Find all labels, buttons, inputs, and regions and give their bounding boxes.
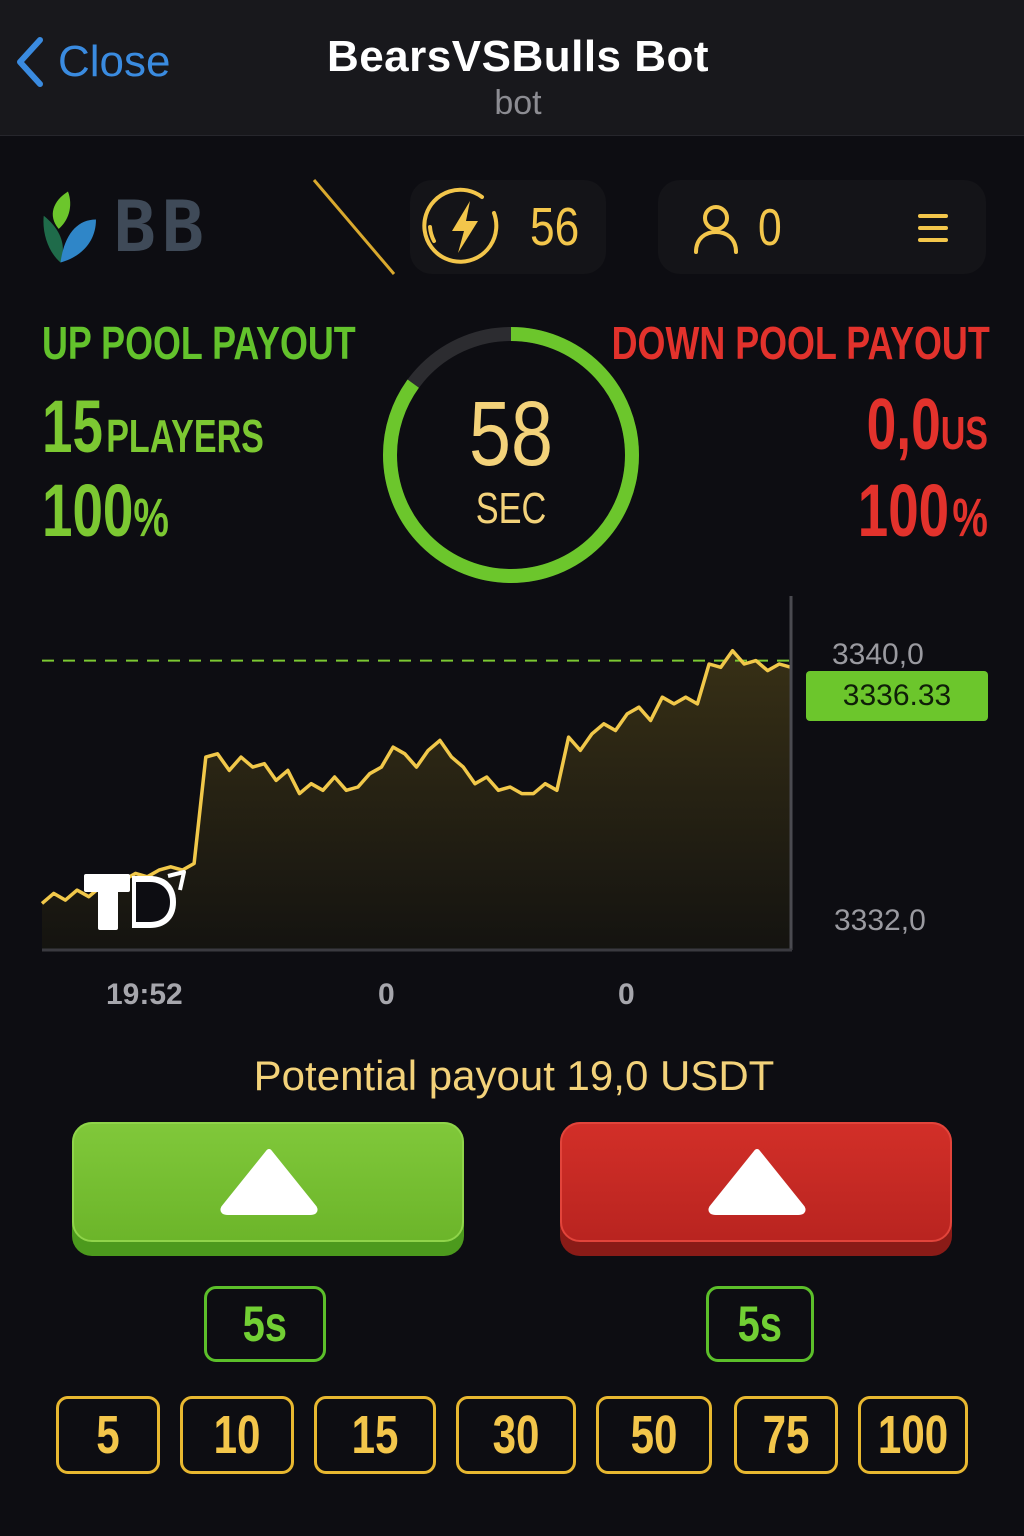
bet-up-button[interactable] <box>72 1122 464 1256</box>
x-tick-label-0: 19:52 <box>106 978 183 1011</box>
divider-slash <box>312 179 396 275</box>
up-pool-title: UP POOL PAYOUT <box>42 317 356 369</box>
amount-chip-50[interactable]: 50 <box>596 1396 712 1474</box>
down-pool-percent: 100 % <box>858 468 988 553</box>
bot-subtitle: bot <box>494 84 542 122</box>
down-amount-value: 0,0 <box>866 385 941 465</box>
bet-down-button[interactable] <box>560 1122 952 1256</box>
amount-label: 30 <box>492 1405 540 1465</box>
hamburger-menu-icon[interactable] <box>916 208 950 248</box>
down-pool-title: DOWN POOL PAYOUT <box>611 317 990 369</box>
up-players-label: PLAYERS <box>106 410 264 462</box>
triangle-up-icon <box>708 1149 806 1215</box>
up-percent-value: 100 <box>42 469 134 552</box>
amount-chip-75[interactable]: 75 <box>734 1396 838 1474</box>
lightning-icon <box>422 187 499 264</box>
duration-label-down: 5s <box>737 1296 783 1352</box>
up-players-count: 15 <box>42 385 103 468</box>
y-tick-label-bottom: 3332,0 <box>834 904 926 937</box>
amount-label: 5 <box>96 1405 120 1465</box>
down-percent-value: 100 <box>857 469 950 552</box>
energy-counter[interactable]: 56 <box>410 180 606 274</box>
user-count: 0 <box>758 199 782 257</box>
amount-label: 75 <box>762 1405 810 1465</box>
logo-text: BB <box>113 186 210 268</box>
brand-logo: BB <box>40 184 210 270</box>
user-icon <box>694 205 738 254</box>
amount-chip-5[interactable]: 5 <box>56 1396 160 1474</box>
timer-seconds: 58 <box>469 383 553 485</box>
y-tick-label-top: 3340,0 <box>832 638 924 671</box>
triangle-up-icon <box>220 1149 318 1215</box>
amount-label: 10 <box>213 1405 261 1465</box>
potential-payout: Potential payout 19,0 USDT <box>253 1052 775 1099</box>
telegram-header: Close BearsVSBulls Bot bot <box>0 0 1024 136</box>
countdown-timer: 58 SEC <box>380 324 642 586</box>
down-percent-sign: % <box>952 488 988 548</box>
amount-label: 100 <box>877 1405 949 1465</box>
bot-title: BearsVSBulls Bot <box>326 32 710 81</box>
leaf-logo-icon <box>43 191 96 263</box>
duration-label-up: 5s <box>242 1296 288 1352</box>
amount-label: 15 <box>351 1405 399 1465</box>
down-amount-unit: US <box>940 407 988 459</box>
x-tick-label-1: 0 <box>378 978 395 1011</box>
up-percent-sign: % <box>133 488 169 548</box>
up-pool-percent: 100% <box>42 468 169 553</box>
x-tick-label-2: 0 <box>618 978 635 1011</box>
up-pool-players: 15 PLAYERS <box>42 384 264 469</box>
amount-chip-100[interactable]: 100 <box>858 1396 968 1474</box>
timer-unit: SEC <box>475 484 547 533</box>
energy-value: 56 <box>530 197 580 257</box>
duration-chip-down[interactable]: 5s <box>706 1286 814 1362</box>
duration-chip-up[interactable]: 5s <box>204 1286 326 1362</box>
amount-chip-30[interactable]: 30 <box>456 1396 576 1474</box>
amount-chip-15[interactable]: 15 <box>314 1396 436 1474</box>
current-price-tag: 3336.33 <box>806 671 988 721</box>
down-pool-amount: 0,0US <box>867 384 988 466</box>
amount-label: 50 <box>630 1405 678 1465</box>
user-panel: 0 <box>658 180 986 274</box>
amount-chip-10[interactable]: 10 <box>180 1396 294 1474</box>
